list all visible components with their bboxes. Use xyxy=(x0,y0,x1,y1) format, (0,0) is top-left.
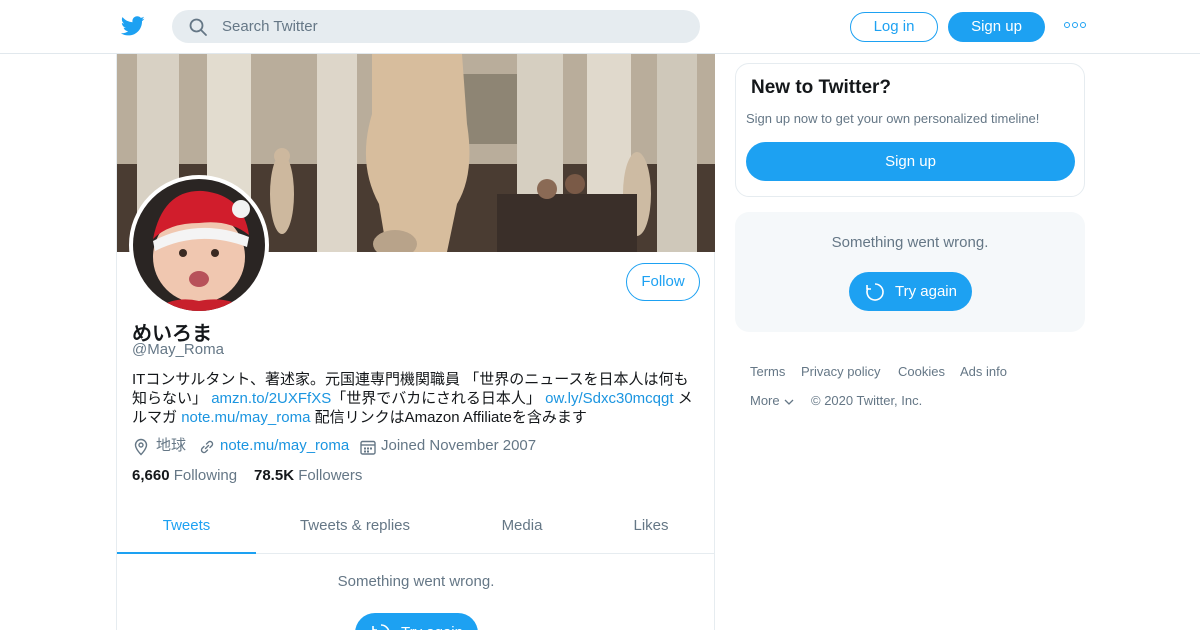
bio-link-note[interactable]: note.mu/may_roma xyxy=(181,409,310,426)
search-icon xyxy=(189,18,207,36)
joined-text: Joined November 2007 xyxy=(381,437,537,454)
footer-ads-info-link[interactable]: Ads info xyxy=(960,364,1007,379)
profile-tabs: Tweets Tweets & replies Media Likes xyxy=(117,504,715,554)
tab-likes[interactable]: Likes xyxy=(611,504,691,554)
tab-tweets-replies[interactable]: Tweets & replies xyxy=(275,504,435,554)
sign-up-button[interactable]: Sign up xyxy=(948,12,1045,42)
bio-text: 「世界でバカにされる日本人」 xyxy=(331,390,541,407)
twitter-logo-icon[interactable] xyxy=(120,14,146,38)
profile-bio: ITコンサルタント、著述家。元国連専門機関職員 「世界のニュースを日本人は何も知… xyxy=(132,370,702,427)
search-input[interactable] xyxy=(222,10,682,43)
calendar-icon xyxy=(360,440,376,455)
new-to-twitter-card: New to Twitter? Sign up now to get your … xyxy=(735,63,1085,197)
location-text: 地球 xyxy=(156,437,187,454)
followers-number: 78.5K xyxy=(254,467,295,484)
footer-more-label: More xyxy=(750,393,780,408)
link-icon xyxy=(200,440,214,454)
bio-text: 配信リンクはAmazon Affiliateを含みます xyxy=(314,409,587,426)
followers-count[interactable]: 78.5K Followers xyxy=(254,467,362,484)
search-box[interactable] xyxy=(172,10,700,43)
more-options-icon[interactable] xyxy=(1064,22,1086,30)
tab-media[interactable]: Media xyxy=(477,504,567,554)
new-to-twitter-subtitle: Sign up now to get your own personalized… xyxy=(746,111,1040,126)
chevron-down-icon xyxy=(784,399,794,405)
bio-link-owly[interactable]: ow.ly/Sdxc30mcqgt xyxy=(545,390,673,407)
tab-tweets[interactable]: Tweets xyxy=(117,504,256,554)
timeline-try-again-button[interactable]: Try again xyxy=(355,613,478,630)
log-in-button[interactable]: Log in xyxy=(850,12,938,42)
sidebar-error-card: Something went wrong. Try again xyxy=(735,212,1085,332)
sidebar-sign-up-button[interactable]: Sign up xyxy=(746,142,1075,181)
follow-button[interactable]: Follow xyxy=(626,263,700,301)
profile-meta: 地球 note.mu/may_roma Joined November 2007 xyxy=(132,436,702,458)
sidebar-error-message: Something went wrong. xyxy=(831,234,989,251)
following-label: Following xyxy=(173,467,238,484)
try-again-label: Try again xyxy=(895,283,957,300)
footer-cookies-link[interactable]: Cookies xyxy=(898,364,945,379)
footer-more-link[interactable]: More xyxy=(750,393,795,408)
footer-terms-link[interactable]: Terms xyxy=(750,364,785,379)
following-number: 6,660 xyxy=(132,467,170,484)
timeline-error-message: Something went wrong. xyxy=(337,573,495,590)
website-link[interactable]: note.mu/may_roma xyxy=(220,436,349,456)
footer-privacy-link[interactable]: Privacy policy xyxy=(801,364,880,379)
new-to-twitter-title: New to Twitter? xyxy=(751,77,892,98)
refresh-icon xyxy=(372,624,390,630)
profile-handle: @May_Roma xyxy=(132,341,224,358)
bio-link-amazon[interactable]: amzn.to/2UXFfXS xyxy=(211,390,331,407)
location-pin-icon xyxy=(134,438,148,456)
profile-avatar[interactable] xyxy=(129,175,269,315)
try-again-label: Try again xyxy=(401,613,463,630)
footer-copyright: © 2020 Twitter, Inc. xyxy=(811,393,923,408)
profile-column: Follow めいろま @May_Roma ITコンサルタント、著述家。元国連専… xyxy=(116,54,715,630)
refresh-icon xyxy=(866,283,884,301)
sidebar-try-again-button[interactable]: Try again xyxy=(849,272,972,311)
followers-label: Followers xyxy=(298,467,363,484)
top-navigation-bar: Log in Sign up xyxy=(0,0,1200,54)
following-count[interactable]: 6,660 Following xyxy=(132,467,237,484)
